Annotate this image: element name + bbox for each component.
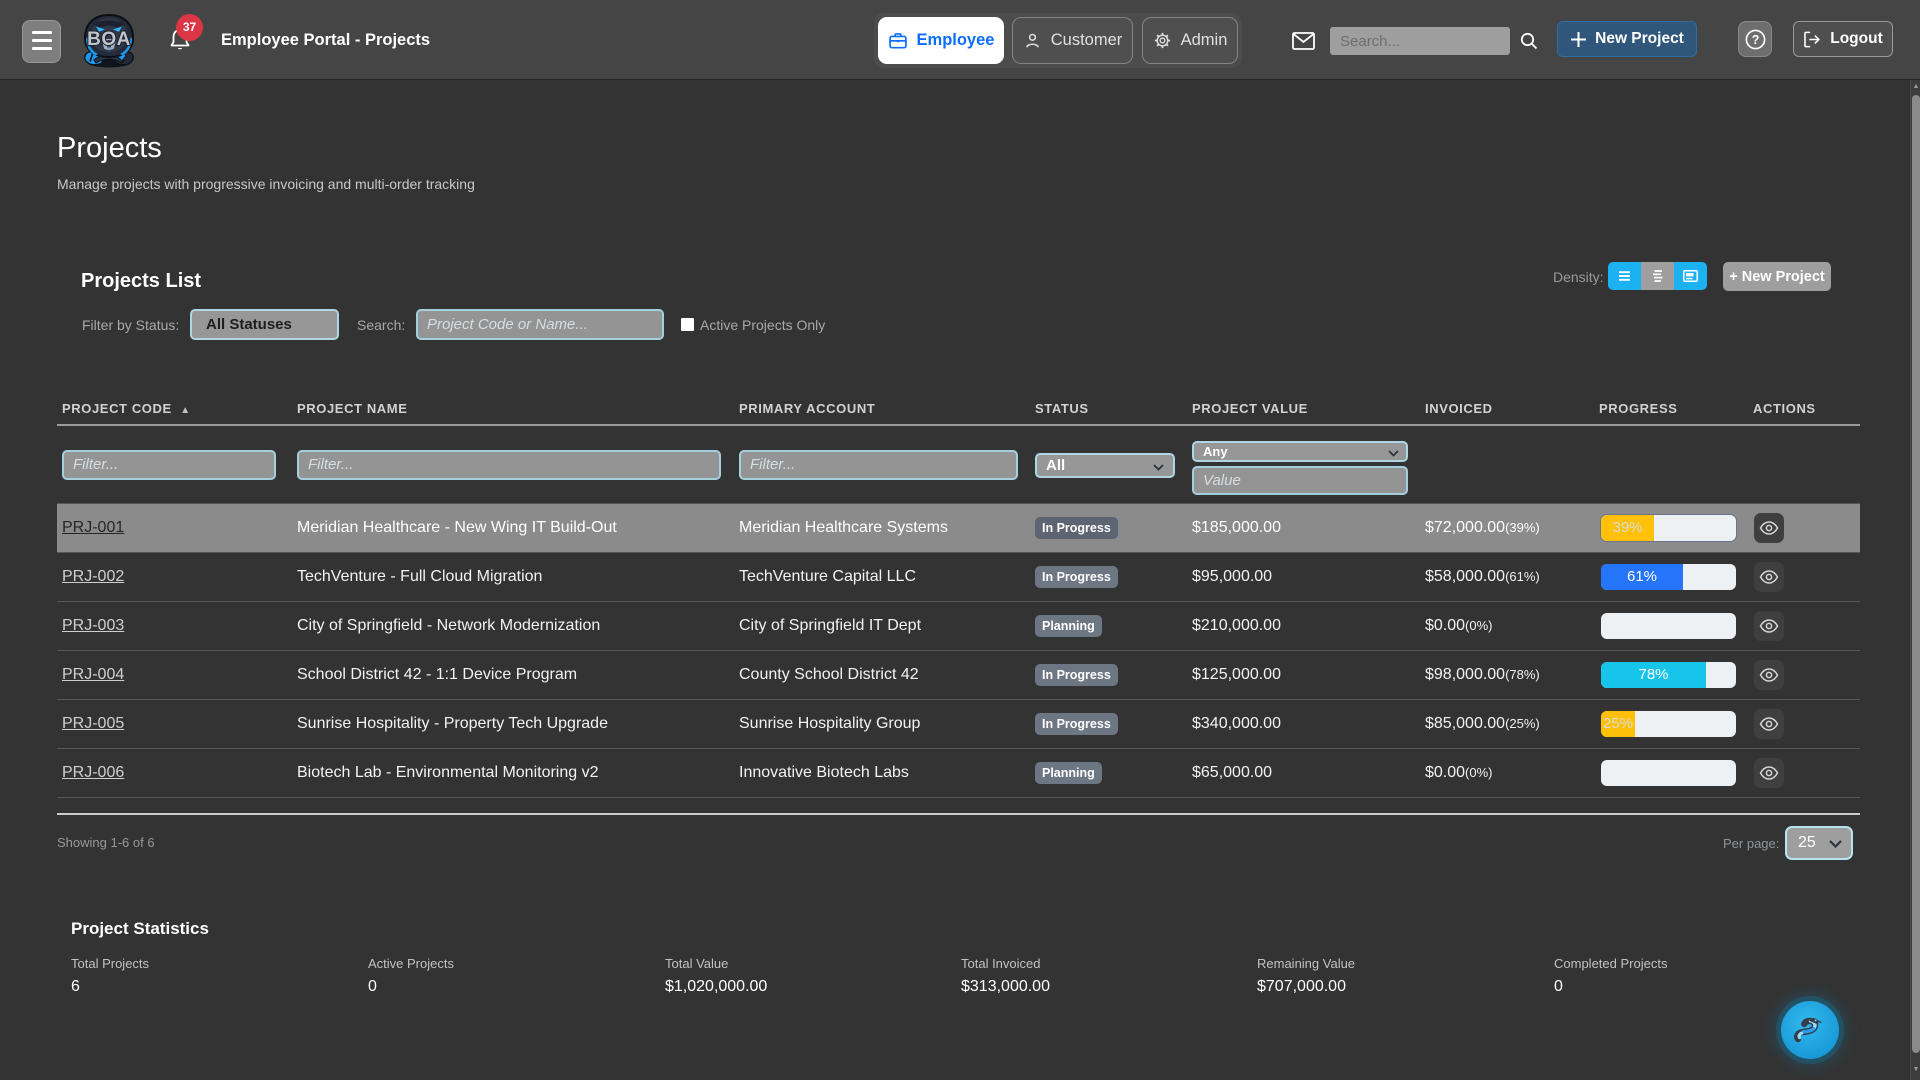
svg-text:?: ? bbox=[1751, 32, 1759, 46]
svg-text:BOA: BOA bbox=[87, 29, 131, 50]
